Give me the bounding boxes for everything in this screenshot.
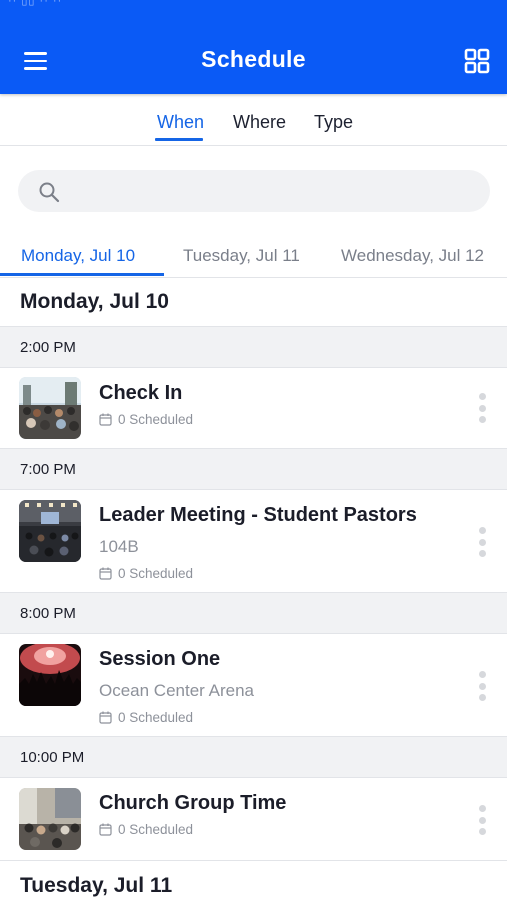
day-tabs: Monday, Jul 10 Tuesday, Jul 11 Wednesday… (0, 234, 507, 278)
time-label: 8:00 PM (20, 605, 76, 622)
tab-type[interactable]: Type (314, 112, 353, 133)
calendar-icon (99, 567, 112, 580)
session-title: Session One (99, 648, 221, 670)
session-row-check-in[interactable]: Check In 0 Scheduled (0, 368, 507, 448)
search-icon (38, 181, 60, 203)
day-heading: Monday, Jul 10 (20, 290, 169, 313)
session-row-church-group-time[interactable]: Church Group Time 0 Scheduled (0, 778, 507, 860)
page-title: Schedule (201, 46, 306, 72)
day-tab-monday[interactable]: Monday, Jul 10 (21, 246, 135, 266)
more-options-icon[interactable] (472, 524, 492, 560)
session-title: Leader Meeting - Student Pastors (99, 504, 417, 526)
session-thumbnail (19, 377, 81, 439)
filter-tabs: When Where Type (0, 94, 507, 146)
more-options-icon[interactable] (472, 668, 492, 704)
session-row-session-one[interactable]: Session One Ocean Center Arena 0 Schedul… (0, 634, 507, 736)
time-separator: 8:00 PM (0, 592, 507, 634)
session-row-leader-meeting[interactable]: Leader Meeting - Student Pastors 104B 0 … (0, 490, 507, 592)
session-title: Church Group Time (99, 792, 287, 814)
active-tab-indicator (155, 138, 203, 141)
day-heading: Tuesday, Jul 11 (20, 874, 173, 897)
day-tab-tuesday[interactable]: Tuesday, Jul 11 (183, 246, 300, 266)
section-divider (0, 860, 507, 861)
scheduled-label: 0 Scheduled (118, 566, 194, 581)
scheduled-count: 0 Scheduled (99, 822, 193, 837)
session-thumbnail (19, 644, 81, 706)
session-location: Ocean Center Arena (99, 681, 254, 700)
session-location: 104B (99, 537, 139, 556)
scheduled-count: 0 Scheduled (99, 566, 193, 581)
search-bar[interactable] (18, 170, 490, 212)
tab-where[interactable]: Where (233, 112, 286, 133)
time-separator: 2:00 PM (0, 326, 507, 368)
scheduled-label: 0 Scheduled (118, 822, 194, 837)
time-separator: 7:00 PM (0, 448, 507, 490)
session-thumbnail (19, 500, 81, 562)
scheduled-label: 0 Scheduled (118, 412, 194, 427)
time-label: 10:00 PM (20, 749, 85, 766)
scheduled-count: 0 Scheduled (99, 412, 193, 427)
calendar-icon (99, 413, 112, 426)
scheduled-label: 0 Scheduled (118, 710, 194, 725)
session-title: Check In (99, 382, 183, 404)
session-thumbnail (19, 788, 81, 850)
day-tab-wednesday[interactable]: Wednesday, Jul 12 (341, 246, 484, 266)
time-label: 2:00 PM (20, 339, 76, 356)
more-options-icon[interactable] (472, 802, 492, 838)
tab-when[interactable]: When (157, 112, 204, 133)
time-label: 7:00 PM (20, 461, 76, 478)
grid-view-icon[interactable] (463, 47, 491, 75)
time-separator: 10:00 PM (0, 736, 507, 778)
more-options-icon[interactable] (472, 390, 492, 426)
app-header: ·· ▯▯ ·· ·· Schedule (0, 0, 507, 94)
scheduled-count: 0 Scheduled (99, 710, 193, 725)
active-day-indicator (0, 273, 164, 276)
status-bar-text: ·· ▯▯ ·· ·· (8, 0, 63, 7)
calendar-icon (99, 711, 112, 724)
search-input[interactable] (72, 170, 472, 212)
calendar-icon (99, 823, 112, 836)
